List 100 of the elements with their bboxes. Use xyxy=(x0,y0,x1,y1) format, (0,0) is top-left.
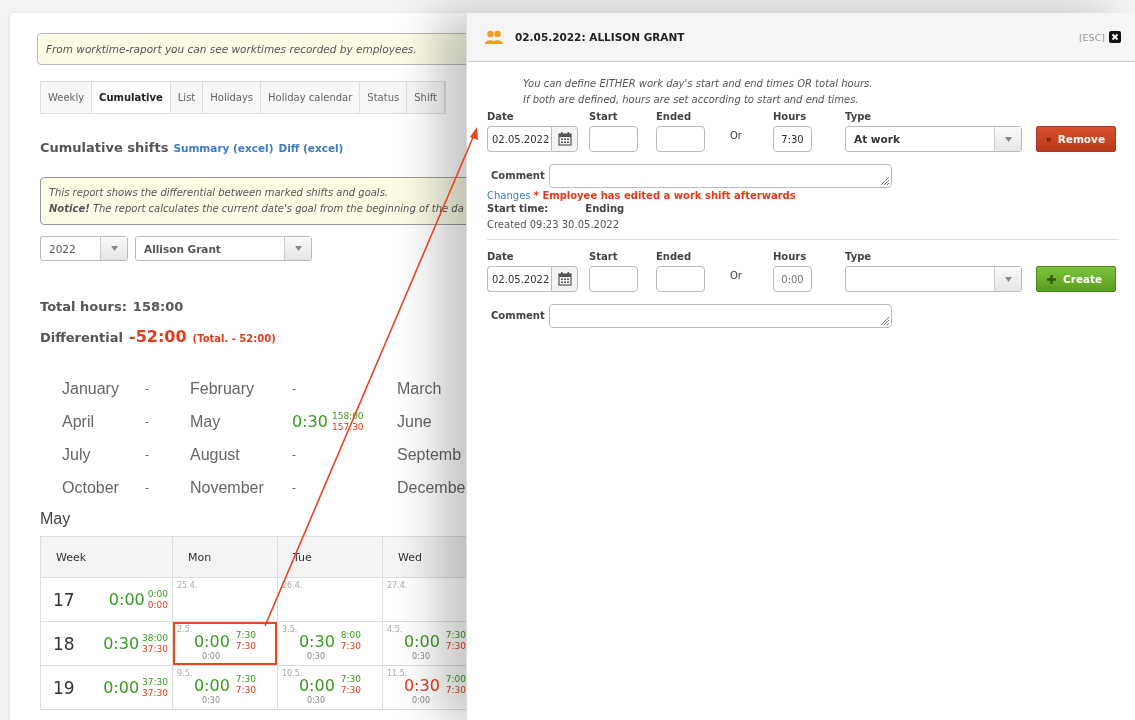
resize-grip-icon xyxy=(881,177,889,185)
comment-field[interactable] xyxy=(549,164,892,188)
start-field[interactable] xyxy=(589,126,638,152)
goal-hours: 7:30 xyxy=(340,674,362,685)
day-cell[interactable]: 27.4. xyxy=(383,578,466,621)
week-number: 18 xyxy=(53,633,76,654)
ending-label: Ending xyxy=(585,202,625,216)
end-field[interactable] xyxy=(656,266,705,292)
tab[interactable]: Cumulative xyxy=(92,82,171,113)
done-hours: 7:30 xyxy=(340,685,362,696)
esc-hint: [ESC] xyxy=(1078,31,1105,43)
done-hours: 7:30 xyxy=(445,685,466,696)
month-total: - xyxy=(145,481,149,494)
done-hours: 7:30 xyxy=(235,641,257,652)
date-field[interactable]: 02.05.2022 xyxy=(487,126,551,152)
month-total: - xyxy=(145,382,149,395)
or-label: Or xyxy=(729,129,743,141)
month-name: Septemb xyxy=(397,445,463,465)
end-field[interactable] xyxy=(656,126,705,152)
day-total: 0:00 xyxy=(193,675,230,695)
resize-grip-icon xyxy=(881,317,889,325)
month-name: February xyxy=(190,379,256,399)
month-name: July xyxy=(62,445,92,465)
goal-hours: 7:00 xyxy=(445,674,466,685)
month-total: - xyxy=(292,448,296,461)
goal-hours: 0:00 xyxy=(147,588,168,600)
goal-hours: 7:30 xyxy=(445,630,466,641)
year-dropdown[interactable]: 2022 xyxy=(40,236,128,261)
goal-hours: 8:00 xyxy=(340,630,362,641)
month-total: - xyxy=(292,382,296,395)
day-date: 2.5. xyxy=(177,625,194,634)
excel-link[interactable]: Summary (excel) xyxy=(173,142,274,154)
remove-button[interactable]: Remove xyxy=(1036,126,1116,152)
week-number: 17 xyxy=(53,589,76,610)
day-difference: 0:00 xyxy=(412,696,430,705)
month-total: - xyxy=(145,415,149,428)
day-difference: 0:30 xyxy=(412,652,430,661)
goal-hours: 37:30 xyxy=(142,676,168,688)
plus-icon xyxy=(1047,274,1056,284)
differential-label: Differential xyxy=(40,330,123,345)
date-field[interactable]: 02.05.2022 xyxy=(487,266,551,292)
edit-warning: * Employee has edited a work shift afterwards xyxy=(533,190,796,201)
hours-field[interactable]: 7:30 xyxy=(773,126,812,152)
month-name: March xyxy=(397,379,443,399)
people-icon xyxy=(485,30,503,44)
created-info: Created 09:23 30.05.2022 xyxy=(487,218,620,232)
week-total: 0:00 xyxy=(108,590,145,609)
type-dropdown[interactable]: At work xyxy=(845,126,1022,152)
employee-dropdown[interactable]: Allison Grant xyxy=(135,236,312,261)
day-difference: 0:30 xyxy=(307,696,325,705)
month-name: August xyxy=(190,445,241,465)
day-date: 3.5. xyxy=(282,625,299,634)
done-hours: 7:30 xyxy=(445,641,466,652)
field-label: Start xyxy=(589,110,619,124)
column-header: Week xyxy=(56,550,87,564)
changes-link[interactable]: Changes xyxy=(487,190,531,201)
done-hours: 37:30 xyxy=(142,687,168,699)
field-label: Type xyxy=(845,110,873,124)
differential-note: (Total. - 52:00) xyxy=(192,333,276,344)
caret-icon xyxy=(994,267,1021,291)
day-difference: 0:30 xyxy=(307,652,325,661)
excel-link[interactable]: Diff (excel) xyxy=(278,142,344,154)
month-name: November xyxy=(190,478,265,498)
month-total: 0:30 xyxy=(292,412,328,431)
field-label: Date xyxy=(487,250,515,264)
caret-icon xyxy=(994,127,1021,151)
day-cell[interactable]: 26.4. xyxy=(278,578,382,621)
column-header: Mon xyxy=(188,550,212,564)
day-date: 4.5. xyxy=(387,625,404,634)
month-name: January xyxy=(62,379,120,399)
month-total: - xyxy=(292,481,296,494)
create-button[interactable]: Create xyxy=(1036,266,1116,292)
month-name: April xyxy=(62,412,95,432)
day-cell[interactable]: 25.4. xyxy=(173,578,277,621)
field-label: Hours xyxy=(773,110,808,124)
caret-icon xyxy=(284,237,311,260)
month-name: Decembe xyxy=(397,478,466,498)
field-label: Hours xyxy=(773,250,808,264)
day-date: 9.5. xyxy=(177,669,194,678)
field-label: Comment xyxy=(491,169,544,183)
day-difference: 0:00 xyxy=(202,652,220,661)
field-label: Ended xyxy=(656,110,693,124)
start-time-label: Start time: xyxy=(487,202,549,216)
comment-field[interactable] xyxy=(549,304,892,328)
total-hours-label: Total hours: xyxy=(40,299,127,314)
field-label: Date xyxy=(487,110,515,124)
day-date: 27.4. xyxy=(387,581,409,590)
differential-value: -52:00 xyxy=(129,327,187,346)
start-field[interactable] xyxy=(589,266,638,292)
week-total: 0:00 xyxy=(103,678,140,697)
done-hours: 37:30 xyxy=(142,643,168,655)
goal-hours: 7:30 xyxy=(235,674,257,685)
month-name: June xyxy=(397,412,433,432)
column-header: Wed xyxy=(398,550,422,564)
close-icon[interactable] xyxy=(1109,31,1121,43)
hours-field[interactable]: 0:00 xyxy=(773,266,812,292)
day-total: 0:00 xyxy=(403,631,440,651)
caret-icon xyxy=(100,237,127,260)
month-name: October xyxy=(62,478,120,498)
type-dropdown[interactable] xyxy=(845,266,1022,292)
